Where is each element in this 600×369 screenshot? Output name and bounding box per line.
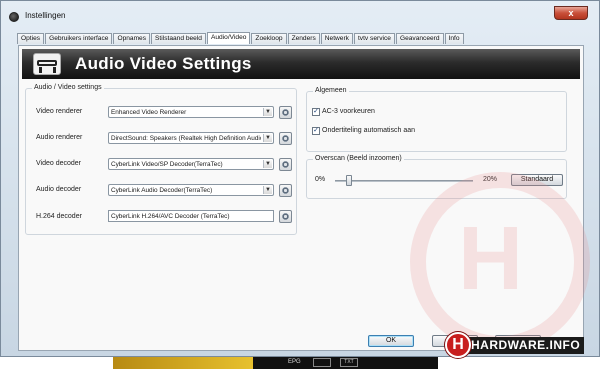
h264-decoder-settings-button[interactable] — [279, 210, 292, 223]
epg-label[interactable]: EPG — [288, 359, 301, 365]
txt-button[interactable]: TXT — [340, 358, 358, 367]
section-banner: Audio Video Settings — [22, 49, 580, 79]
gear-icon — [282, 161, 289, 168]
chevron-down-icon: ▼ — [263, 160, 272, 168]
audio-renderer-settings-button[interactable] — [279, 132, 292, 145]
h264-decoder-field[interactable]: CyberLink H.264/AVC Decoder (TerraTec) — [108, 210, 274, 222]
gear-icon — [282, 109, 289, 116]
gear-icon — [282, 135, 289, 142]
video-decoder-settings-button[interactable] — [279, 158, 292, 171]
tab-stilstaand-beeld[interactable]: Stilstaand beeld — [151, 33, 206, 44]
player-preview — [113, 357, 253, 369]
ac3-label: AC-3 voorkeuren — [322, 108, 375, 115]
tab-info[interactable]: Info — [444, 33, 464, 44]
algemeen-group: Algemeen ✓ AC-3 voorkeuren ✓ Ondertiteli… — [306, 87, 567, 152]
logo-badge: H — [445, 332, 471, 358]
subtitles-label: Ondertiteling automatisch aan — [322, 127, 415, 134]
h264-decoder-label: H.264 decoder — [36, 213, 82, 220]
tab-tvtv-service[interactable]: tvtv service — [353, 33, 395, 44]
tab-opties[interactable]: Opties — [17, 33, 45, 44]
audio-renderer-label: Audio renderer — [36, 134, 83, 141]
subtitles-checkbox[interactable]: ✓ — [312, 127, 320, 135]
audio-decoder-select[interactable]: CyberLink Audio Decoder(TerraTec) ▼ — [108, 184, 274, 196]
tab-zenders[interactable]: Zenders — [287, 33, 320, 44]
app-icon — [9, 12, 19, 22]
audio-renderer-select[interactable]: DirectSound: Speakers (Realtek High Defi… — [108, 132, 274, 144]
overscan-slider-track[interactable] — [335, 180, 473, 182]
hardware-info-watermark: H — [410, 172, 590, 352]
video-decoder-label: Video decoder — [36, 160, 82, 167]
tab-geavanceerd[interactable]: Geavanceerd — [395, 33, 444, 44]
video-renderer-label: Video renderer — [36, 108, 83, 115]
watermark-letter: H — [458, 209, 523, 309]
tab-zoekloop[interactable]: Zoekloop — [251, 33, 287, 44]
gear-icon — [282, 187, 289, 194]
hardware-info-logo: HARDWARE.INFO H — [445, 332, 597, 358]
overscan-slider-thumb[interactable] — [345, 175, 352, 186]
monitor-stand-icon — [33, 53, 61, 75]
tab-opnames[interactable]: Opnames — [113, 33, 151, 44]
titlebar: Instellingen x — [1, 1, 599, 29]
player-control[interactable] — [313, 358, 331, 367]
close-button[interactable]: x — [554, 6, 588, 20]
ok-button[interactable]: OK — [368, 335, 414, 347]
window-title: Instellingen — [25, 11, 66, 20]
tab-bar: Opties Gebruikers interface Opnames Stil… — [17, 32, 465, 45]
tab-netwerk[interactable]: Netwerk — [320, 33, 353, 44]
tab-audio-video[interactable]: Audio/Video — [206, 32, 251, 44]
audio-decoder-label: Audio decoder — [36, 186, 82, 193]
gear-icon — [282, 213, 289, 220]
chevron-down-icon: ▼ — [263, 108, 272, 116]
logo-wordmark: HARDWARE.INFO — [467, 337, 585, 354]
overscan-group-title: Overscan (Beeld inzoomen) — [313, 155, 404, 162]
audio-decoder-settings-button[interactable] — [279, 184, 292, 197]
chevron-down-icon: ▼ — [263, 186, 272, 194]
video-renderer-settings-button[interactable] — [279, 106, 292, 119]
av-settings-group: Audio / Video settings Video renderer En… — [25, 84, 297, 235]
ac3-checkbox[interactable]: ✓ — [312, 108, 320, 116]
banner-title: Audio Video Settings — [75, 54, 252, 73]
chevron-down-icon: ▼ — [263, 134, 272, 142]
overscan-min-label: 0% — [315, 176, 326, 183]
tab-gebruikers-interface[interactable]: Gebruikers interface — [45, 33, 113, 44]
tv-player-strip: EPG TXT — [113, 357, 438, 369]
algemeen-group-title: Algemeen — [313, 87, 349, 94]
video-renderer-select[interactable]: Enhanced Video Renderer ▼ — [108, 106, 274, 118]
video-decoder-select[interactable]: CyberLink Video/SP Decoder(TerraTec) ▼ — [108, 158, 274, 170]
av-group-title: Audio / Video settings — [32, 84, 104, 91]
